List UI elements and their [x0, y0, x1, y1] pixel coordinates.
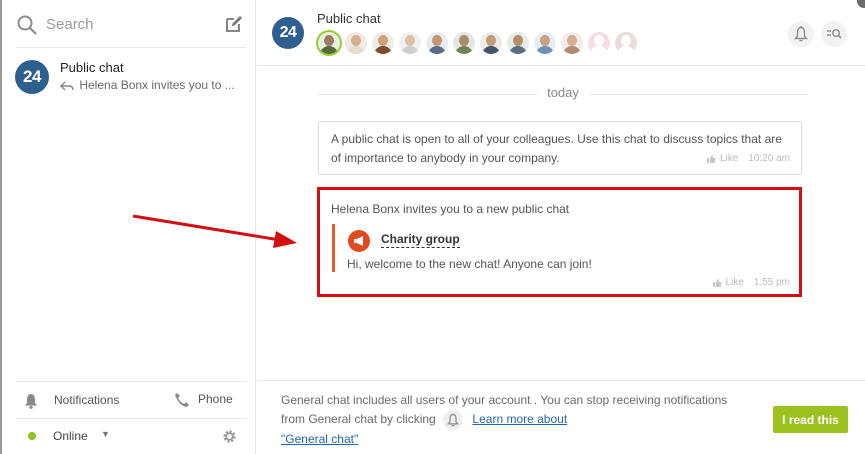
header-title: Public chat [317, 11, 381, 26]
member-avatar[interactable] [453, 32, 475, 54]
message-meta: Like 10:20 am [706, 153, 790, 164]
learn-more-link[interactable]: Learn more about [472, 412, 567, 426]
chevron-down-icon[interactable]: ▼ [101, 429, 110, 439]
member-avatar[interactable] [318, 32, 340, 54]
date-separator: today [318, 84, 808, 104]
notifications-button[interactable]: Notifications [54, 393, 119, 407]
notice-footer: General chat includes all users of your … [257, 380, 865, 454]
megaphone-icon [348, 230, 370, 252]
status-selector[interactable]: Online [53, 429, 88, 443]
sidebar-actions: Notifications Phone [16, 381, 246, 419]
member-avatar[interactable] [615, 32, 637, 54]
message-text: Helena Bonx invites you to a new public … [331, 202, 570, 216]
notification-toggle-button[interactable] [788, 21, 814, 47]
chat-list-item[interactable]: 24 Public chat Helena Bonx invites you t… [2, 54, 256, 102]
pointer-arrow [132, 214, 297, 248]
quoted-chat[interactable]: Charity group Hi, welcome to the new cha… [332, 224, 752, 272]
member-avatar[interactable] [588, 32, 610, 54]
status-dot [28, 432, 36, 440]
chat-header: 24 Public chat [257, 0, 865, 66]
chat-title: Public chat [60, 60, 124, 75]
reply-icon [60, 81, 74, 91]
search-messages-button[interactable] [821, 21, 847, 47]
chat-preview-text: Helena Bonx invites you to ... [79, 78, 235, 92]
like-button[interactable]: Like [720, 153, 738, 164]
member-avatar[interactable] [372, 32, 394, 54]
chat-avatar: 24 [15, 60, 49, 94]
notice-text: General chat includes all users of your … [281, 391, 751, 449]
message-meta: Like 1:55 pm [712, 277, 790, 288]
date-label: today [537, 85, 589, 100]
search-list-icon [827, 29, 842, 39]
search-icon [17, 15, 37, 35]
i-read-this-button[interactable]: I read this [773, 406, 848, 433]
bell-icon[interactable] [24, 393, 38, 409]
member-avatars [318, 32, 642, 54]
system-message: A public chat is open to all of your col… [318, 121, 802, 175]
header-chat-avatar: 24 [272, 17, 304, 49]
message-time: 1:55 pm [753, 277, 790, 288]
like-icon[interactable] [706, 154, 716, 163]
member-avatar[interactable] [534, 32, 556, 54]
compose-icon[interactable] [224, 14, 244, 34]
invite-message: Helena Bonx invites you to a new public … [317, 187, 802, 297]
member-avatar[interactable] [399, 32, 421, 54]
window-corner-button[interactable] [855, 0, 865, 10]
member-avatar[interactable] [507, 32, 529, 54]
general-chat-link[interactable]: "General chat" [281, 432, 358, 446]
bell-icon [794, 26, 808, 42]
chat-preview: Helena Bonx invites you to ... [60, 78, 242, 92]
member-avatar[interactable] [480, 32, 502, 54]
member-avatar[interactable] [345, 32, 367, 54]
group-name-link[interactable]: Charity group [381, 232, 460, 248]
gear-icon[interactable] [222, 429, 237, 444]
bell-icon[interactable] [443, 410, 464, 430]
quote-text: Hi, welcome to the new chat! Anyone can … [347, 257, 592, 271]
like-button[interactable]: Like [726, 277, 744, 288]
like-icon[interactable] [712, 278, 722, 287]
member-avatar[interactable] [561, 32, 583, 54]
member-avatar[interactable] [426, 32, 448, 54]
status-bar: Online ▼ [16, 420, 246, 454]
phone-button[interactable]: Phone [198, 392, 233, 406]
search-bar[interactable]: Search [16, 12, 246, 48]
message-time: 10:20 am [748, 153, 790, 164]
phone-icon[interactable] [174, 392, 190, 408]
search-input[interactable]: Search [46, 16, 94, 33]
messenger-window: Search 24 Public chat Helena Bonx invite… [0, 0, 865, 454]
